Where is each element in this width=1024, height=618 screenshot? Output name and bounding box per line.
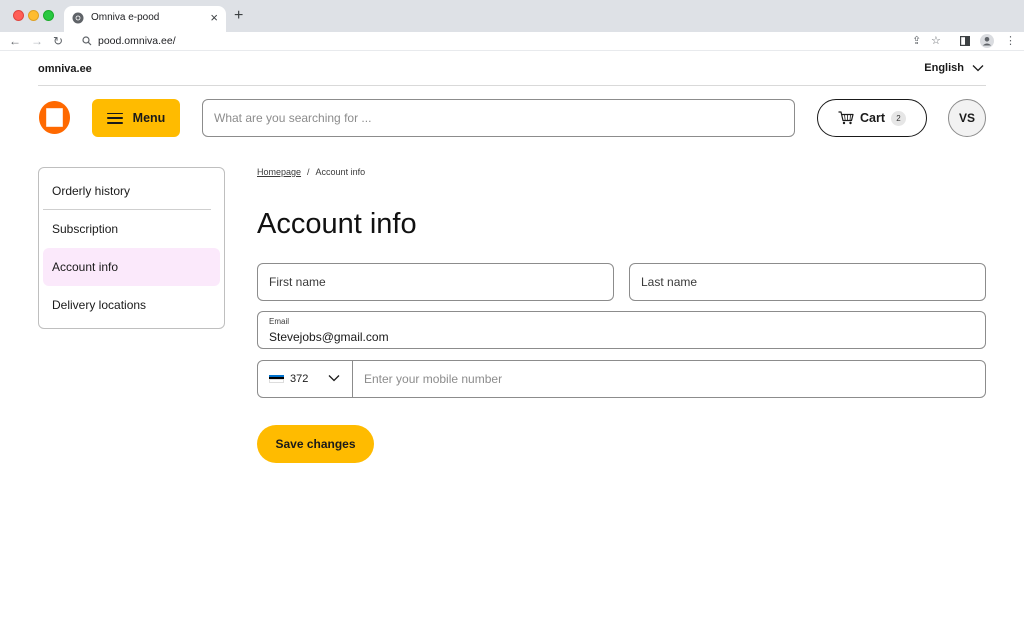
search-field[interactable] [202, 99, 795, 137]
breadcrumb: Homepage / Account info [257, 167, 365, 177]
tab-title: Omniva e-pood [91, 12, 160, 23]
breadcrumb-separator: / [307, 167, 310, 177]
sidebar-item-subscription[interactable]: Subscription [43, 210, 220, 248]
sidebar-item-orderly-history[interactable]: Orderly history [43, 172, 211, 210]
estonia-flag-icon [269, 374, 284, 384]
chevron-down-icon [328, 375, 340, 382]
cart-label: Cart [859, 111, 885, 125]
menu-button[interactable]: Menu [92, 99, 180, 137]
breadcrumb-current: Account info [315, 167, 366, 177]
browser-tab-bar: Omniva e-pood × + [0, 0, 1024, 32]
address-bar[interactable]: pood.omniva.ee/ [74, 33, 944, 50]
browser-tab[interactable]: Omniva e-pood × [64, 6, 226, 32]
share-icon[interactable]: ⇪ [912, 33, 921, 49]
language-label: English [924, 62, 964, 74]
omniva-site-link[interactable]: omniva.ee [38, 63, 92, 75]
cart-icon [838, 111, 854, 125]
bookmark-star-icon[interactable]: ☆ [931, 33, 941, 49]
phone-field[interactable]: 372 [257, 360, 987, 398]
profile-icon[interactable] [980, 34, 994, 48]
reload-icon[interactable]: ↻ [53, 33, 63, 49]
language-selector[interactable]: English [924, 62, 984, 74]
tab-close-icon[interactable]: × [210, 10, 218, 26]
email-input[interactable] [258, 312, 985, 348]
new-tab-button[interactable]: + [234, 8, 243, 24]
phone-input[interactable] [353, 361, 987, 397]
site-info-icon[interactable] [82, 36, 92, 46]
save-changes-button[interactable]: Save changes [257, 425, 374, 463]
cart-button[interactable]: Cart 2 [817, 99, 927, 137]
email-field[interactable]: Email [257, 311, 986, 349]
back-arrow-icon[interactable]: ← [9, 33, 21, 49]
side-panel-icon[interactable] [960, 36, 970, 46]
cart-count-badge: 2 [891, 110, 906, 126]
breadcrumb-home-link[interactable]: Homepage [257, 167, 301, 177]
first-name-input[interactable] [258, 264, 613, 300]
divider [38, 85, 986, 86]
last-name-input[interactable] [630, 264, 985, 300]
forward-arrow-icon[interactable]: → [31, 33, 43, 49]
country-code-value: 372 [290, 373, 309, 385]
account-sidebar: Orderly history Subscription Account inf… [38, 167, 225, 329]
browser-menu-icon[interactable]: ⋮ [1005, 33, 1016, 49]
search-input[interactable] [203, 100, 794, 136]
chevron-down-icon [972, 65, 984, 72]
hamburger-icon [106, 112, 123, 124]
user-avatar[interactable]: VS [948, 99, 986, 137]
email-label: Email [269, 317, 290, 326]
window-zoom-button[interactable] [43, 10, 54, 21]
omniva-logo[interactable] [38, 100, 71, 135]
sidebar-item-delivery-locations[interactable]: Delivery locations [43, 286, 220, 324]
window-minimize-button[interactable] [28, 10, 39, 21]
chrome-favicon-icon [72, 12, 84, 24]
window-close-button[interactable] [13, 10, 24, 21]
country-code-select[interactable]: 372 [258, 361, 353, 397]
last-name-field[interactable] [629, 263, 986, 301]
browser-toolbar: ← → ↻ pood.omniva.ee/ ⇪ ☆ ⋮ [0, 32, 1024, 51]
url-text[interactable]: pood.omniva.ee/ [98, 35, 176, 47]
page-title: Account info [257, 208, 417, 240]
menu-label: Menu [132, 111, 166, 125]
sidebar-item-account-info[interactable]: Account info [43, 248, 220, 286]
first-name-field[interactable] [257, 263, 614, 301]
